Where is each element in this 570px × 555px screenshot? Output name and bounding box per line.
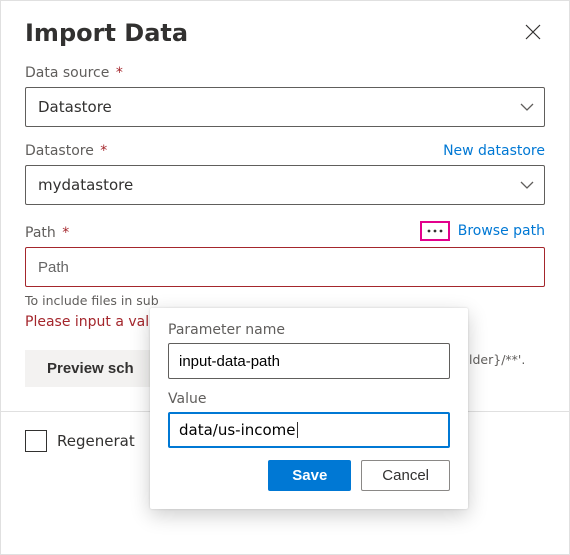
param-name-input[interactable]	[168, 343, 450, 379]
path-label: Path *	[25, 225, 69, 241]
new-datastore-link[interactable]: New datastore	[443, 143, 545, 159]
param-value-input[interactable]: data/us-income	[168, 412, 450, 448]
save-button[interactable]: Save	[268, 460, 351, 491]
path-hint-right-fragment: lder}/**'.	[469, 352, 525, 367]
parameter-popover: Parameter name Value data/us-income Save…	[150, 308, 468, 509]
path-options-button[interactable]	[420, 221, 450, 241]
required-mark: *	[111, 65, 122, 81]
cancel-button[interactable]: Cancel	[361, 460, 450, 491]
dialog-title: Import Data	[25, 19, 188, 47]
regenerate-checkbox[interactable]	[25, 430, 47, 452]
chevron-down-icon	[520, 176, 534, 194]
param-value-label: Value	[168, 391, 450, 407]
popover-actions: Save Cancel	[168, 460, 450, 491]
data-source-label: Data source *	[25, 65, 123, 81]
field-data-source: Data source * Datastore	[25, 65, 545, 127]
close-icon	[525, 24, 541, 40]
path-input[interactable]	[25, 247, 545, 287]
close-button[interactable]	[521, 19, 545, 47]
regenerate-label: Regenerat	[57, 432, 135, 450]
chevron-down-icon	[520, 98, 534, 116]
path-hint: To include files in sub	[25, 293, 545, 308]
datastore-select[interactable]: mydatastore	[25, 165, 545, 205]
ellipsis-icon	[426, 225, 444, 237]
required-mark: *	[58, 225, 69, 241]
data-source-value: Datastore	[38, 98, 112, 116]
text-caret	[297, 422, 298, 439]
dialog-header: Import Data	[1, 1, 569, 55]
required-mark: *	[96, 143, 107, 159]
preview-schema-button[interactable]: Preview sch	[25, 350, 156, 387]
datastore-label: Datastore *	[25, 143, 107, 159]
datastore-value: mydatastore	[38, 176, 133, 194]
data-source-select[interactable]: Datastore	[25, 87, 545, 127]
param-name-label: Parameter name	[168, 322, 450, 338]
field-datastore: Datastore * New datastore mydatastore	[25, 143, 545, 205]
browse-path-link[interactable]: Browse path	[420, 221, 545, 241]
